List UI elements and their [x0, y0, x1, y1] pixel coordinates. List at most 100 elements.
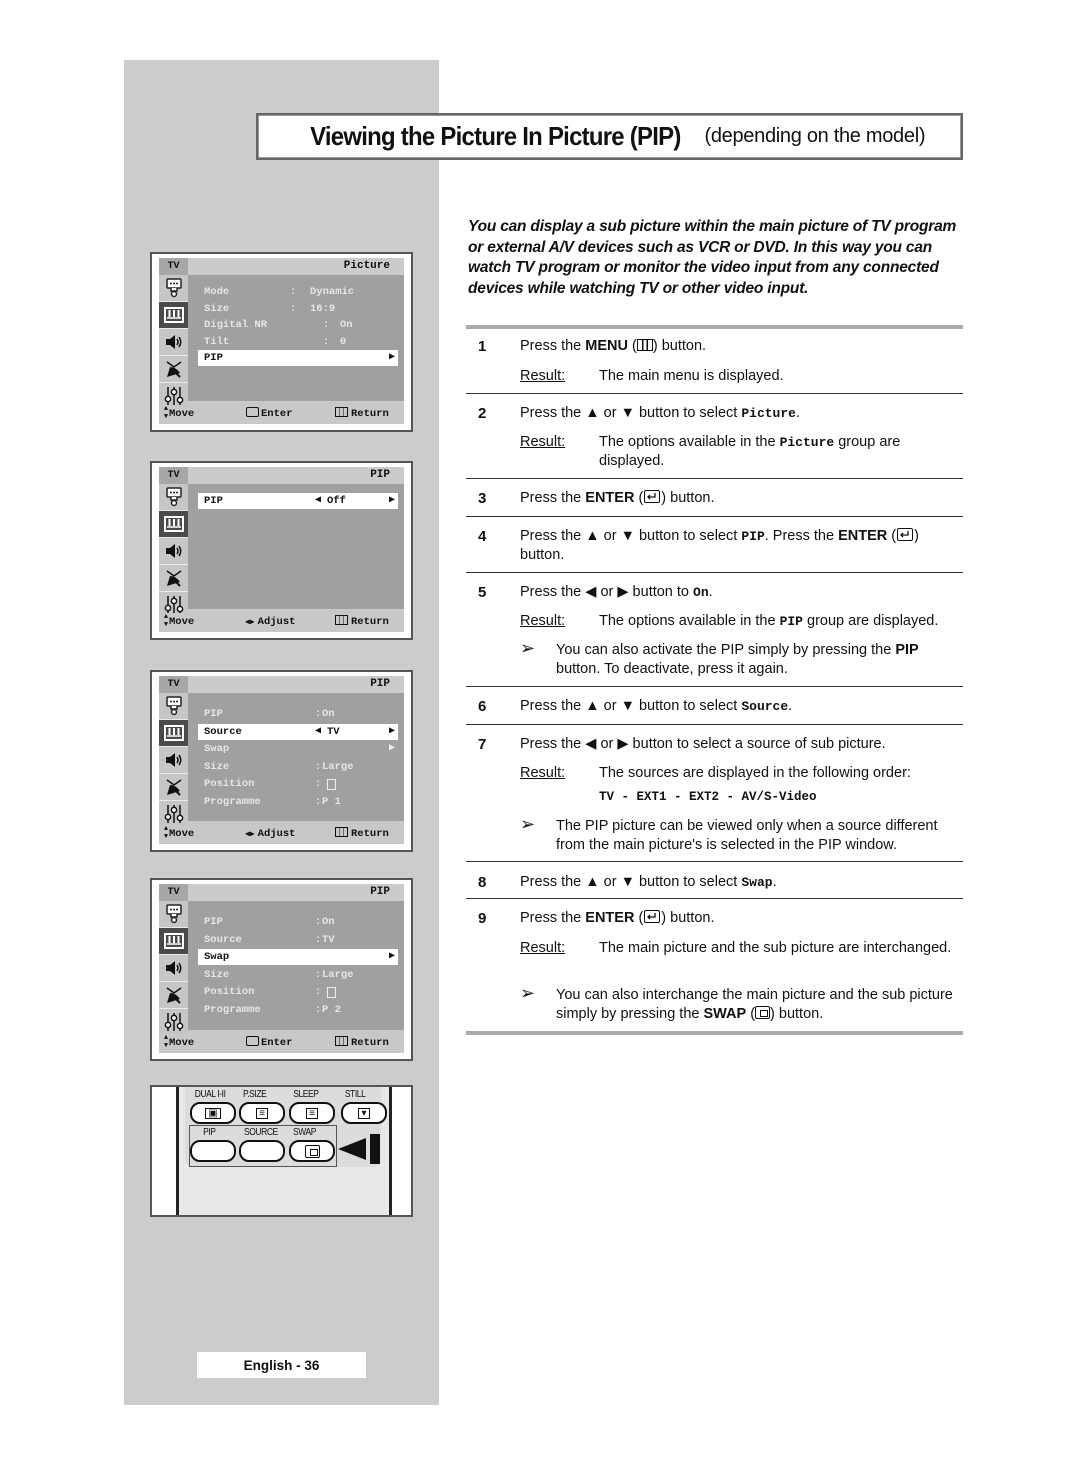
footer-action: Enter: [245, 1034, 293, 1053]
osd-sidebar: [159, 275, 188, 410]
result-text: The sources are displayed in the followi…: [599, 765, 911, 781]
osd-menu-body: PIP: On Source ◀ TV ▶ Swap ▶ Size: Large Position:…: [188, 693, 404, 821]
bold-keyword: ENTER: [838, 528, 888, 544]
osd-menu-title: PIP: [370, 886, 390, 898]
step-number: 6: [478, 698, 487, 715]
osd-row-label: PIP: [204, 916, 223, 928]
osd-row-size[interactable]: Size: Large: [198, 759, 398, 775]
osd-row-label: Mode: [204, 286, 230, 298]
result-text: The main picture and the sub picture are…: [599, 940, 952, 956]
footer-action: ◀▶ Adjust: [245, 613, 295, 632]
osd-row-pip[interactable]: PIP: On: [198, 706, 398, 722]
right-arrow-icon[interactable]: ▶: [389, 350, 395, 366]
osd-row-pip[interactable]: PIP: On: [198, 914, 398, 930]
osd-footer: ▲▼Move Enter Return: [159, 1034, 404, 1053]
section-divider: [466, 516, 963, 517]
osd-tv-tab: TV: [159, 676, 188, 693]
osd-row-label: Source: [204, 933, 242, 946]
osd-row-position[interactable]: Position:: [198, 984, 398, 1000]
osd-row-pip[interactable]: PIP ▶: [198, 350, 398, 367]
setup-sliders-icon: [159, 1009, 188, 1036]
remote-button-glyph-icon: ≡: [256, 1107, 268, 1119]
osd-row-digital-nr[interactable]: Digital NR: On: [198, 317, 398, 333]
remote-button-swap[interactable]: [289, 1140, 335, 1162]
setup-sliders-icon: [159, 801, 188, 828]
left-right-arrow-icon: ◀▶: [245, 830, 255, 839]
osd-row-programme[interactable]: Programme: P 1: [198, 794, 398, 810]
remote-button-psize[interactable]: ≡: [239, 1102, 285, 1124]
picture-icon: [159, 720, 188, 747]
osd-menu-body: PIP ◀ Off ▶: [188, 484, 404, 609]
osd-row-label: Programme: [204, 1004, 261, 1016]
right-arrow-icon[interactable]: ▶: [389, 741, 395, 757]
section-divider: [466, 572, 963, 573]
right-arrow-icon[interactable]: ▶: [389, 949, 395, 965]
osd-row-size[interactable]: Size: Large: [198, 967, 398, 983]
footer-move: ▲▼Move: [162, 613, 194, 632]
osd-row-separator: :: [315, 760, 322, 773]
footer-action-label: Enter: [261, 408, 293, 420]
menu-keyword: PIP: [741, 529, 765, 544]
note-arrow-icon: ➢: [520, 638, 536, 658]
remote-button-glyph-icon: ▣: [205, 1107, 221, 1119]
osd-row-label: Size: [204, 302, 230, 315]
right-arrow-icon[interactable]: ▶: [389, 724, 395, 740]
osd-menu-screen: TV PIP PIP: On Source: TV Swap ▶ Size: Large Posit…: [150, 878, 413, 1061]
osd-row-separator: :: [290, 302, 297, 315]
osd-tv-tab: TV: [159, 884, 188, 901]
osd-screen-area: TV PIP PIP: On Source: TV Swap ▶ Size: Large Posit…: [159, 884, 404, 1053]
osd-header: TV PIP: [159, 884, 404, 901]
osd-row-source[interactable]: Source: TV: [198, 932, 398, 948]
remote-button-dualiii[interactable]: ▣: [190, 1102, 236, 1124]
section-divider: [466, 898, 963, 899]
osd-row-value: P 2: [322, 1004, 341, 1016]
osd-row-value: TV: [322, 933, 335, 946]
channel-antenna-icon: [159, 565, 188, 592]
remote-button-source[interactable]: [239, 1140, 285, 1162]
step-instruction: Press the ENTER () button.: [520, 490, 715, 506]
footer-return-label: Return: [351, 1037, 389, 1049]
page-title: Viewing the Picture In Picture (PIP): [309, 121, 681, 151]
menu-keyword: Source: [741, 699, 789, 714]
menu-icon: [636, 339, 653, 351]
remote-button-glyph-icon: ▾: [358, 1107, 370, 1119]
footer-move: ▲▼Move: [162, 405, 194, 424]
osd-row-tilt[interactable]: Tilt:0: [198, 334, 398, 350]
osd-row-swap[interactable]: Swap ▶: [198, 741, 398, 757]
step-instruction: Press the ◀ or ▶ button to On.: [520, 584, 713, 600]
remote-label-swap: SWAP: [293, 1127, 317, 1138]
remote-button-pip[interactable]: [190, 1140, 236, 1162]
footer-action-label: Adjust: [257, 616, 296, 628]
osd-row-label: PIP: [204, 495, 223, 507]
right-arrow-icon[interactable]: ▶: [389, 493, 395, 509]
osd-row-pip[interactable]: PIP ◀ Off ▶: [198, 493, 398, 509]
remote-button-still[interactable]: ▾: [341, 1102, 387, 1124]
osd-header: TV Picture: [159, 258, 404, 275]
osd-row-source[interactable]: Source ◀ TV ▶: [198, 723, 398, 740]
left-arrow-icon[interactable]: ◀: [315, 493, 321, 509]
left-arrow-icon[interactable]: ◀: [315, 724, 321, 740]
note-arrow-icon: ➢: [520, 983, 536, 1003]
footer-return: Return: [335, 825, 389, 844]
picture-icon: [159, 928, 188, 955]
input-plug-icon: [159, 275, 188, 302]
osd-row-separator: :: [323, 319, 330, 332]
menu-keyword: On: [693, 585, 709, 600]
osd-header: TV PIP: [159, 467, 404, 484]
osd-row-label: Swap: [204, 951, 230, 964]
remote-button-sleep[interactable]: ≡: [289, 1102, 335, 1124]
menu-keyword: Picture: [741, 406, 796, 421]
osd-row-size[interactable]: Size:16:9: [198, 301, 398, 317]
osd-row-label: Digital NR: [204, 319, 268, 332]
osd-row-separator: :: [315, 1004, 322, 1016]
bold-keyword: ENTER: [585, 910, 635, 926]
osd-row-position[interactable]: Position:: [198, 776, 398, 792]
osd-row-mode[interactable]: Mode: Dynamic: [198, 284, 398, 300]
result-text: The main menu is displayed.: [599, 368, 784, 384]
step-number: 7: [478, 736, 487, 753]
osd-row-value: Large: [322, 968, 354, 981]
osd-row-label: Source: [204, 725, 242, 738]
osd-row-swap[interactable]: Swap ▶: [198, 949, 398, 966]
osd-row-programme[interactable]: Programme: P 2: [198, 1002, 398, 1018]
osd-screen-area: TV PIP PIP: On Source ◀ TV ▶ Swap ▶ Size: Large Posi…: [159, 676, 404, 844]
